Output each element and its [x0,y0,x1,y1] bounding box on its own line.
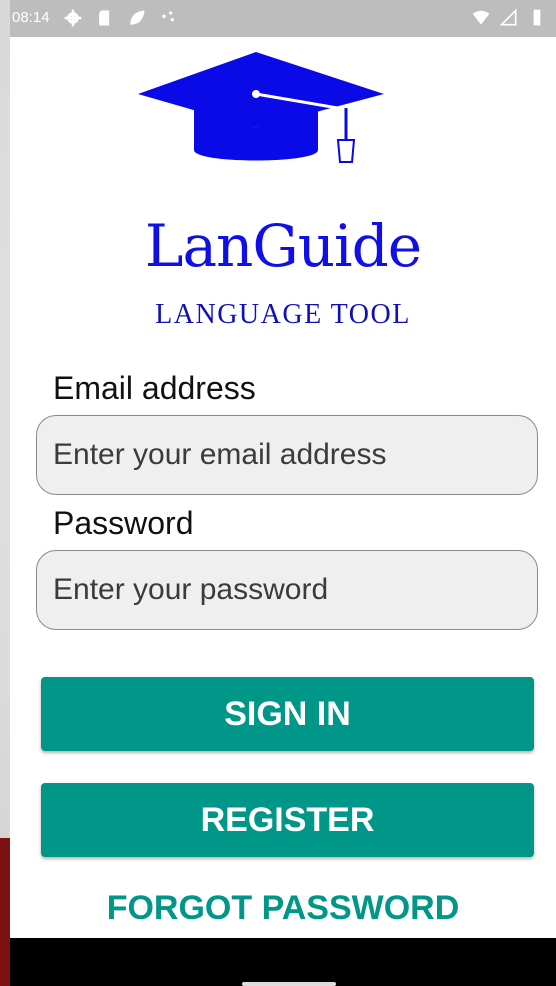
register-button[interactable]: REGISTER [41,783,534,857]
password-field[interactable] [36,550,538,630]
status-icons-right [470,8,548,28]
settings-icon [64,9,82,27]
leaf-icon [130,10,145,25]
sign-in-button[interactable]: SIGN IN [41,677,534,751]
brand-subtitle: LANGUAGE TOOL [155,299,411,330]
wifi-icon [472,10,490,25]
dots-icon [162,11,174,22]
status-bar: 08:14 [10,0,556,37]
sd-card-icon [99,10,110,26]
signal-icon [499,8,517,26]
navigation-bar [10,938,556,986]
home-handle[interactable] [242,982,336,986]
forgot-password-button[interactable]: FORGOT PASSWORD [10,888,556,929]
brand-title: LanGuide [144,212,422,280]
battery-icon [533,9,541,26]
status-icons-left [62,8,180,28]
phone-screen: 08:14 LanGuide LANGUAGE TOOL Email addre… [10,0,556,986]
email-field[interactable] [36,415,538,495]
graduation-cap-icon [138,52,384,163]
email-label: Email address [53,370,256,406]
status-time: 08:14 [12,9,50,26]
password-label: Password [53,505,194,541]
